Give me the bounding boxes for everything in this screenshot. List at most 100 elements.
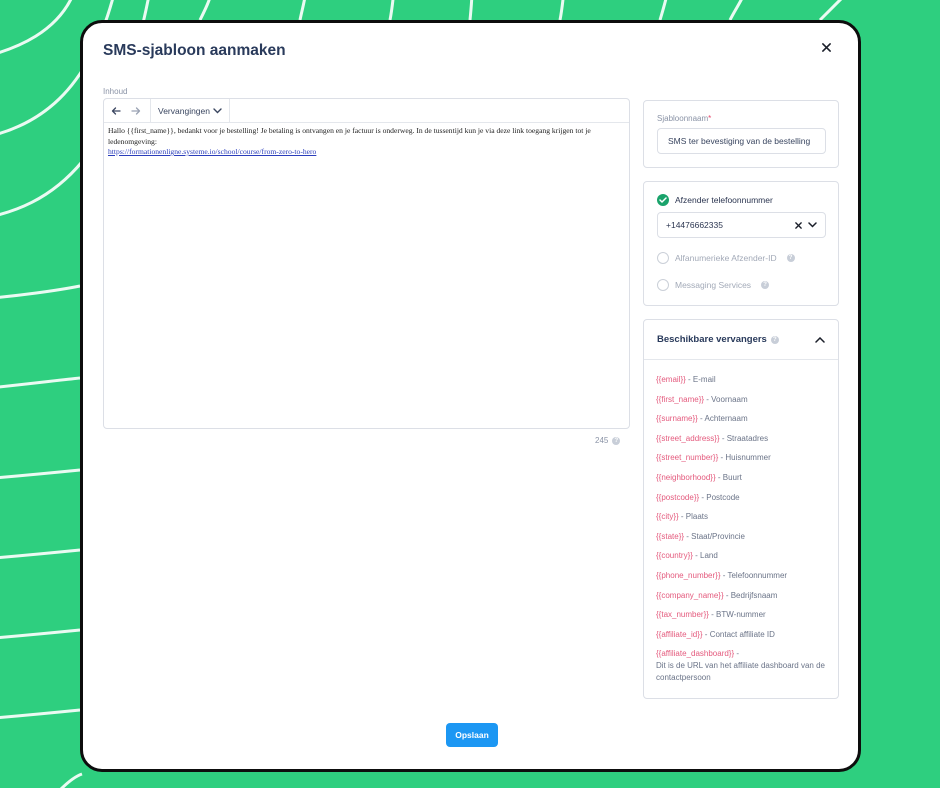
replacement-token: {{surname}} bbox=[656, 414, 698, 424]
close-icon bbox=[821, 42, 831, 52]
replacement-description: Achternaam bbox=[704, 414, 748, 424]
replacement-item[interactable]: {{city}} - Plaats bbox=[656, 507, 825, 527]
replacement-separator: - bbox=[685, 375, 693, 384]
replacements-title-wrap: Beschikbare vervangers ? bbox=[657, 334, 779, 345]
help-icon[interactable]: ? bbox=[612, 436, 621, 445]
replacement-separator: - bbox=[678, 512, 686, 522]
replacement-description: Voornaam bbox=[711, 394, 748, 404]
create-sms-template-modal: SMS-sjabloon aanmaken Inhoud Vervanginge… bbox=[80, 20, 861, 772]
replacement-item[interactable]: {{email}} - E-mail bbox=[656, 370, 825, 390]
message-textarea[interactable]: Hallo {{first_name}}, bedankt voor je be… bbox=[104, 123, 629, 161]
message-link[interactable]: https://formationenligne.systeme.io/scho… bbox=[108, 147, 316, 156]
redo-button[interactable] bbox=[126, 99, 146, 123]
replacement-description: Huisnummer bbox=[725, 453, 771, 463]
phone-number-value: +14476662335 bbox=[666, 220, 723, 230]
arrow-right-icon bbox=[131, 106, 141, 115]
chevron-up-icon[interactable] bbox=[815, 336, 825, 343]
replacements-dropdown[interactable]: Vervangingen bbox=[151, 99, 229, 123]
sms-editor: Vervangingen Hallo {{first_name}}, bedan… bbox=[103, 98, 630, 429]
replacement-token: {{first_name}} bbox=[656, 394, 705, 404]
replacement-token: {{postcode}} bbox=[656, 492, 700, 502]
help-icon[interactable]: ? bbox=[770, 335, 779, 344]
chevron-down-icon bbox=[213, 107, 222, 113]
radio-sender-phone-label: Afzender telefoonnummer bbox=[675, 195, 773, 205]
message-text: Hallo {{first_name}}, bedankt voor je be… bbox=[108, 126, 591, 146]
replacement-item[interactable]: {{tax_number}} - BTW-nummer bbox=[656, 605, 825, 625]
radio-messaging-services[interactable]: Messaging Services ? bbox=[657, 279, 770, 291]
replacement-description: Straatadres bbox=[726, 433, 769, 443]
replacement-separator: - bbox=[719, 433, 727, 443]
sender-card: Afzender telefoonnummer +14476662335 Alf… bbox=[643, 181, 839, 306]
replacement-description: Buurt bbox=[722, 472, 742, 482]
template-name-label: Sjabloonnaam* bbox=[657, 114, 711, 123]
replacement-item[interactable]: {{postcode}} - Postcode bbox=[656, 488, 825, 508]
modal-title: SMS-sjabloon aanmaken bbox=[103, 42, 286, 59]
check-circle-icon bbox=[657, 194, 669, 206]
replacement-token: {{city}} bbox=[656, 512, 679, 522]
replacement-description: Land bbox=[700, 551, 718, 561]
replacement-description: E-mail bbox=[692, 375, 716, 384]
replacement-item[interactable]: {{affiliate_id}} - Contact affiliate ID bbox=[656, 625, 825, 645]
replacement-description: Telefoonnummer bbox=[727, 570, 788, 580]
character-count: 245 bbox=[595, 436, 609, 445]
radio-unchecked-icon bbox=[657, 252, 669, 264]
replacement-item[interactable]: {{street_number}} - Huisnummer bbox=[656, 448, 825, 468]
replacement-item[interactable]: {{country}} - Land bbox=[656, 546, 825, 566]
radio-alphanumeric-id-label: Alfanumerieke Afzender-ID bbox=[675, 253, 777, 263]
undo-button[interactable] bbox=[106, 99, 126, 123]
available-replacements-card: Beschikbare vervangers ? {{email}} - E-m… bbox=[643, 319, 839, 699]
required-mark: * bbox=[708, 114, 712, 123]
editor-toolbar: Vervangingen bbox=[104, 98, 629, 123]
help-icon[interactable]: ? bbox=[786, 254, 795, 262]
template-name-input[interactable]: SMS ter bevestiging van de bestelling bbox=[657, 128, 826, 154]
help-icon[interactable]: ? bbox=[761, 281, 770, 289]
replacement-separator: - bbox=[734, 649, 740, 659]
replacement-item[interactable]: {{surname}} - Achternaam bbox=[656, 409, 825, 429]
replacements-list: {{email}} - E-mail {{first_name}} - Voorn… bbox=[644, 360, 838, 685]
replacement-token: {{state}} bbox=[656, 531, 685, 541]
replacement-item[interactable]: {{street_address}} - Straatadres bbox=[656, 429, 825, 449]
template-name-label-text: Sjabloonnaam bbox=[657, 114, 709, 123]
replacement-description: Bedrijfsnaam bbox=[730, 590, 778, 600]
save-button[interactable]: Opslaan bbox=[446, 723, 498, 747]
arrow-left-icon bbox=[111, 106, 121, 115]
replacement-separator: - bbox=[692, 551, 701, 561]
replacement-item[interactable]: {{neighborhood}} - Buurt bbox=[656, 468, 825, 488]
close-button[interactable] bbox=[818, 39, 834, 55]
replacement-token: {{tax_number}} bbox=[656, 610, 709, 620]
replacement-description: Postcode bbox=[706, 492, 740, 502]
replacement-token: {{street_number}} bbox=[656, 453, 719, 463]
replacements-title: Beschikbare vervangers bbox=[657, 334, 767, 345]
replacement-separator: - bbox=[715, 472, 723, 482]
replacements-dropdown-label: Vervangingen bbox=[158, 105, 210, 116]
replacement-token: {{affiliate_id}} bbox=[656, 629, 703, 639]
toolbar-separator bbox=[229, 98, 230, 123]
character-counter: 245 ? bbox=[595, 436, 621, 445]
replacement-token: {{phone_number}} bbox=[656, 570, 721, 580]
replacement-item[interactable]: {{phone_number}} - Telefoonnummer bbox=[656, 566, 825, 586]
clear-icon[interactable] bbox=[795, 221, 802, 229]
replacement-description: Staat/Provincie bbox=[691, 531, 745, 541]
template-name-card: Sjabloonnaam* SMS ter bevestiging van de… bbox=[643, 100, 839, 168]
chevron-down-icon[interactable] bbox=[808, 222, 817, 228]
replacement-long-description: Dit is de URL van het affiliate dashboar… bbox=[656, 660, 825, 683]
phone-number-select[interactable]: +14476662335 bbox=[657, 212, 826, 238]
replacement-description: BTW-nummer bbox=[716, 610, 766, 620]
replacement-token: {{country}} bbox=[656, 551, 693, 561]
replacement-description: Plaats bbox=[685, 512, 709, 522]
replacement-token: {{neighborhood}} bbox=[656, 472, 716, 482]
radio-unchecked-icon bbox=[657, 279, 669, 291]
replacement-item[interactable]: {{company_name}} - Bedrijfsnaam bbox=[656, 586, 825, 606]
replacement-token: {{street_address}} bbox=[656, 433, 720, 443]
replacement-description: Contact affiliate ID bbox=[709, 629, 775, 639]
replacement-token: {{affiliate_dashboard}} bbox=[656, 649, 735, 659]
replacement-separator: - bbox=[702, 629, 710, 639]
replacements-accordion-header[interactable]: Beschikbare vervangers ? bbox=[644, 320, 838, 360]
replacement-token: {{email}} bbox=[656, 375, 686, 384]
radio-sender-phone[interactable]: Afzender telefoonnummer bbox=[657, 194, 773, 206]
replacement-token: {{company_name}} bbox=[656, 590, 724, 600]
replacement-item[interactable]: {{first_name}} - Voornaam bbox=[656, 390, 825, 410]
radio-alphanumeric-id[interactable]: Alfanumerieke Afzender-ID ? bbox=[657, 252, 795, 264]
replacement-item[interactable]: {{state}} - Staat/Provincie bbox=[656, 527, 825, 547]
content-label: Inhoud bbox=[103, 87, 128, 96]
